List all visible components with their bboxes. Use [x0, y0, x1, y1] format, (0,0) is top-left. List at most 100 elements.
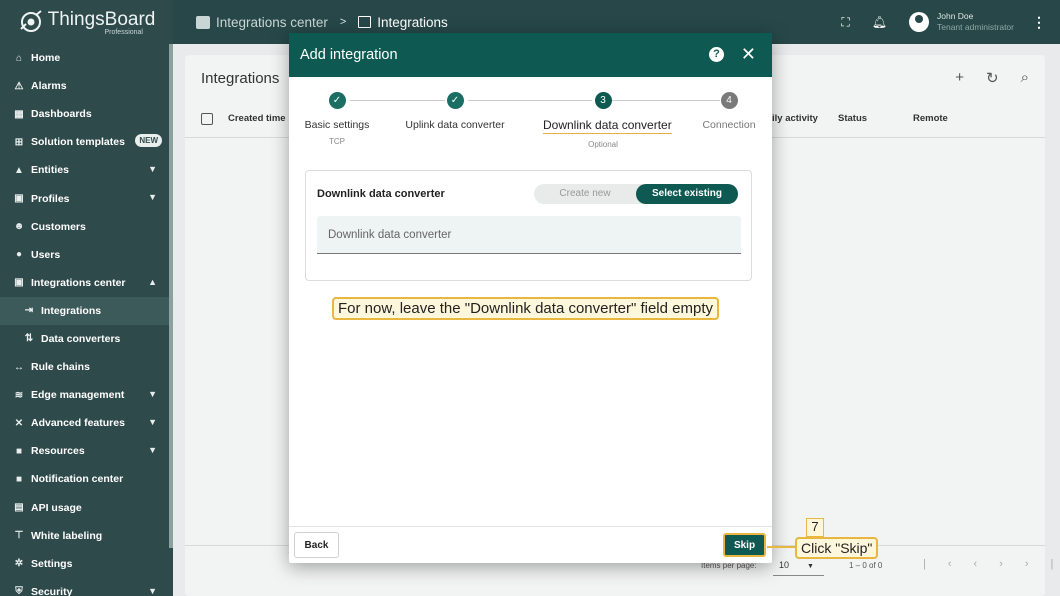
column-remote[interactable]: Remote	[913, 113, 948, 124]
step-downlink-converter[interactable]: 3 Downlink data converter Optional	[543, 92, 672, 149]
notification-icon: ■	[15, 473, 23, 485]
avatar[interactable]	[908, 12, 929, 32]
last-page-icon[interactable]: ›|	[1025, 558, 1060, 570]
refresh-icon[interactable]: ↻	[986, 69, 999, 87]
column-status[interactable]: Status	[838, 113, 867, 124]
add-icon[interactable]: +	[955, 69, 964, 87]
click-skip-callout: Click "Skip"	[795, 537, 879, 559]
sidebar-item-home[interactable]: ⌂ Home	[0, 44, 173, 72]
sidebar-item-alarms[interactable]: ⚠ Alarms	[0, 72, 173, 100]
sidebar-item-label: Advanced features	[31, 417, 125, 430]
breadcrumb-separator: >	[339, 16, 347, 28]
sidebar-item-notification-center[interactable]: ■ Notification center	[0, 465, 173, 493]
sidebar-item-label: Dashboards	[31, 108, 92, 121]
step-connection[interactable]: 4 Connection	[669, 92, 789, 131]
settings-icon: ✲	[14, 558, 24, 570]
sidebar-item-profiles[interactable]: ▣ Profiles ▼	[0, 184, 173, 212]
fullscreen-icon[interactable]: ⛶	[841, 15, 849, 30]
sidebar-item-dashboards[interactable]: ▦ Dashboards	[0, 100, 173, 128]
sidebar-item-label: Notification center	[31, 473, 124, 486]
panel-title: Downlink data converter	[317, 188, 445, 200]
logo-edition: Professional	[104, 29, 143, 36]
breadcrumb-current: Integrations	[377, 14, 448, 30]
notification-bell-icon[interactable]: 🔔︎	[872, 15, 887, 29]
sidebar-item-label: Entities	[31, 164, 69, 177]
sidebar-nav: ⌂ Home ⚠ Alarms ▦ Dashboards ⊞ Solution templat…	[0, 44, 173, 596]
search-icon[interactable]: ⌕	[1021, 69, 1029, 87]
api-icon: ▤	[14, 502, 24, 514]
sidebar-item-advanced-features[interactable]: ✕ Advanced features ▼	[0, 409, 173, 437]
sidebar-item-rule-chains[interactable]: ↔ Rule chains	[0, 353, 173, 381]
sidebar-item-security[interactable]: ⛨ Security ▼	[0, 578, 173, 596]
chevron-down-icon[interactable]: ▼	[148, 164, 157, 174]
chevron-down-icon[interactable]: ▼	[148, 417, 157, 427]
step-number: 4	[720, 92, 738, 109]
breadcrumb-parent[interactable]: Integrations center	[216, 15, 328, 30]
step-number: 3	[594, 92, 612, 109]
logo[interactable]: ThingsBoard Professional	[0, 0, 173, 44]
create-new-option[interactable]: Create new	[534, 184, 636, 204]
integrations-center-icon	[196, 15, 210, 29]
chevron-down-icon[interactable]: ▼	[148, 389, 157, 399]
entities-icon: ▲	[14, 164, 24, 176]
folder-icon: ■	[15, 445, 23, 457]
more-vert-icon[interactable]: ⋮	[1032, 14, 1046, 31]
step-sublabel: TCP	[329, 137, 345, 146]
sidebar-item-label: Data converters	[41, 332, 121, 345]
chevron-up-icon[interactable]: ▲	[148, 277, 157, 287]
select-existing-option[interactable]: Select existing	[636, 184, 738, 204]
step-label: Downlink data converter	[543, 118, 672, 134]
step-check-icon: ✓	[446, 92, 464, 109]
back-button[interactable]: Back	[294, 532, 339, 558]
first-page-icon[interactable]: |‹	[923, 558, 974, 570]
user-info[interactable]: John Doe Tenant administrator	[937, 11, 1014, 33]
chevron-down-icon[interactable]: ▼	[148, 445, 157, 455]
step-basic-settings[interactable]: ✓ Basic settings TCP	[277, 92, 397, 146]
downlink-converter-panel: Downlink data converter Create new Selec…	[305, 170, 752, 281]
chevron-down-icon[interactable]: ▼	[148, 586, 157, 596]
sidebar-item-data-converters[interactable]: ⇅ Data converters	[0, 325, 173, 353]
close-icon[interactable]: ✕	[741, 44, 756, 65]
tutorial-step-number: 7	[806, 518, 824, 537]
step-label: Basic settings	[304, 119, 370, 131]
profiles-icon: ▣	[14, 193, 24, 205]
skip-button[interactable]: Skip	[723, 533, 766, 557]
sidebar-item-resources[interactable]: ■ Resources ▼	[0, 437, 173, 465]
step-sublabel: Optional	[588, 140, 618, 149]
chevron-down-icon[interactable]: ▼	[148, 192, 157, 202]
sidebar-item-users[interactable]: ● Users	[0, 241, 173, 269]
next-page-icon[interactable]: ›	[999, 558, 1025, 570]
converter-icon: ⇅	[24, 333, 34, 345]
sidebar-item-integrations[interactable]: ⇥ Integrations	[0, 296, 173, 325]
sidebar-item-label: Rule chains	[31, 361, 90, 374]
sidebar-item-api-usage[interactable]: ▤ API usage	[0, 494, 173, 522]
stepper: ✓ Basic settings TCP ✓ Uplink data conve…	[289, 77, 772, 167]
sidebar-item-settings[interactable]: ✲ Settings	[0, 550, 173, 578]
brush-icon: ⊤	[14, 530, 24, 542]
sidebar-item-integrations-center[interactable]: ▣ Integrations center ▲	[0, 269, 173, 297]
step-label: Uplink data converter	[405, 119, 505, 131]
select-all-checkbox[interactable]	[201, 113, 213, 125]
sidebar-item-entities[interactable]: ▲ Entities ▼	[0, 156, 173, 184]
step-uplink-converter[interactable]: ✓ Uplink data converter	[395, 92, 515, 131]
items-per-page-value: 10	[779, 560, 790, 570]
chevron-down-icon: ▼	[807, 563, 814, 570]
prev-page-icon[interactable]: ‹	[974, 558, 1000, 570]
sidebar-scrollbar[interactable]	[169, 44, 173, 548]
help-icon[interactable]: ?	[709, 47, 724, 62]
tools-icon: ✕	[14, 417, 24, 429]
sidebar-item-label: Alarms	[31, 80, 67, 93]
sidebar: ThingsBoard Professional ⌂ Home ⚠ Alarms ▦ Da…	[0, 0, 173, 596]
downlink-converter-field[interactable]: Downlink data converter	[317, 216, 741, 254]
user-name: John Doe	[936, 11, 974, 21]
sidebar-item-label: Settings	[31, 557, 73, 570]
integration-icon	[358, 16, 372, 28]
sidebar-item-white-labeling[interactable]: ⊤ White labeling	[0, 522, 173, 550]
converter-mode-toggle: Create new Select existing	[534, 184, 738, 204]
sidebar-item-edge-management[interactable]: ≋ Edge management ▼	[0, 381, 173, 409]
sidebar-item-label: White labeling	[31, 529, 103, 542]
sidebar-item-label: Integrations center	[31, 276, 126, 289]
sidebar-item-solution-templates[interactable]: ⊞ Solution templates NEW	[0, 128, 173, 156]
topbar-actions: ⛶ 🔔︎ John Doe Tenant administrator ⋮	[841, 0, 1060, 44]
sidebar-item-customers[interactable]: ☻ Customers	[0, 213, 173, 241]
